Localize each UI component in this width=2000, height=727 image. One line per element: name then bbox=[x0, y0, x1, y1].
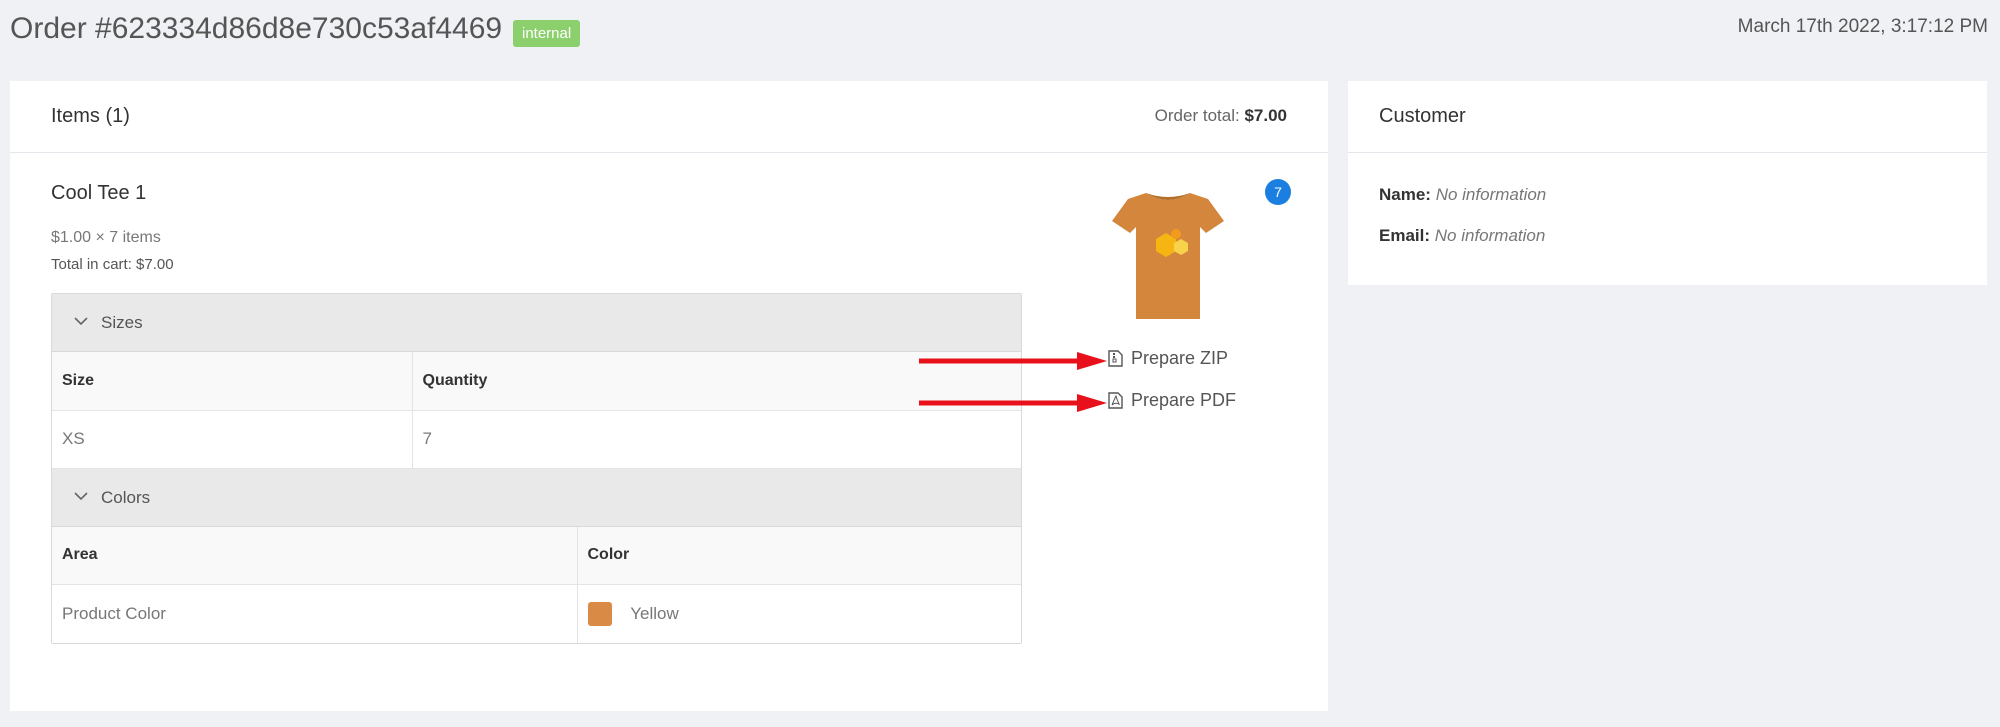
table-row: XS 7 bbox=[52, 410, 1021, 469]
internal-badge: internal bbox=[513, 20, 581, 47]
chevron-down-icon bbox=[74, 317, 88, 326]
chevron-down-icon bbox=[74, 491, 88, 500]
order-date: March 17th 2022, 3:17:12 PM bbox=[1737, 16, 1988, 37]
items-card-header: Items (1) Order total: $7.00 bbox=[10, 81, 1328, 153]
table-header-row: Size Quantity bbox=[52, 352, 1021, 411]
pdf-file-icon bbox=[1108, 392, 1123, 409]
price-line: $1.00 × 7 items bbox=[51, 229, 161, 246]
sizes-table: Size Quantity XS 7 bbox=[52, 352, 1021, 469]
product-name: Cool Tee 1 bbox=[51, 182, 147, 204]
area-cell: Product Color bbox=[52, 584, 578, 643]
t-shirt-image bbox=[1112, 193, 1224, 319]
table-row: Product Color Yellow bbox=[52, 584, 1021, 643]
size-cell: XS bbox=[52, 410, 413, 469]
customer-card-header: Customer bbox=[1348, 81, 1987, 153]
color-column-header: Color bbox=[577, 526, 1021, 585]
customer-email-label: Email: bbox=[1379, 226, 1431, 245]
colors-table: Area Color Product Color Yellow bbox=[52, 526, 1021, 643]
prepare-pdf-button[interactable]: Prepare PDF bbox=[1108, 390, 1236, 411]
color-name: Yellow bbox=[630, 603, 679, 623]
prepare-zip-button[interactable]: Prepare ZIP bbox=[1108, 348, 1228, 369]
variants-accordion: Sizes Size Quantity XS 7 Colors Area Col… bbox=[51, 293, 1022, 644]
customer-card: Customer Name: No information Email: No … bbox=[1348, 81, 1987, 285]
page-header: Order #623334d86d8e730c53af4469 internal… bbox=[10, 6, 1988, 54]
customer-title: Customer bbox=[1379, 105, 1466, 127]
color-cell: Yellow bbox=[577, 584, 1021, 643]
table-header-row: Area Color bbox=[52, 526, 1021, 585]
customer-name-row: Name: No information bbox=[1379, 185, 1546, 205]
order-total-value: $7.00 bbox=[1244, 106, 1287, 125]
quantity-badge: 7 bbox=[1265, 179, 1291, 205]
prepare-zip-label: Prepare ZIP bbox=[1131, 348, 1229, 368]
red-arrow-annotation bbox=[919, 394, 1107, 412]
customer-email-value: No information bbox=[1434, 226, 1546, 245]
sizes-label: Sizes bbox=[101, 313, 143, 332]
order-total-label: Order total: bbox=[1154, 106, 1240, 125]
customer-name-value: No information bbox=[1435, 185, 1547, 204]
color-swatch bbox=[587, 601, 612, 626]
colors-accordion-header[interactable]: Colors bbox=[52, 468, 1021, 527]
red-arrow-annotation bbox=[919, 352, 1107, 370]
prepare-pdf-label: Prepare PDF bbox=[1131, 390, 1237, 410]
zip-file-icon bbox=[1108, 350, 1123, 367]
customer-email-row: Email: No information bbox=[1379, 226, 1545, 246]
order-title: Order #623334d86d8e730c53af4469 bbox=[10, 12, 503, 45]
area-column-header: Area bbox=[52, 526, 578, 585]
order-total: Order total: $7.00 bbox=[1155, 106, 1287, 126]
sizes-accordion-header[interactable]: Sizes bbox=[52, 294, 1021, 352]
cart-total: Total in cart: $7.00 bbox=[51, 256, 174, 273]
size-column-header: Size bbox=[52, 352, 413, 411]
items-title: Items (1) bbox=[51, 105, 130, 127]
quantity-cell: 7 bbox=[412, 410, 1021, 469]
customer-name-label: Name: bbox=[1379, 185, 1431, 204]
colors-label: Colors bbox=[101, 487, 151, 507]
items-card: Items (1) Order total: $7.00 Cool Tee 1 … bbox=[10, 81, 1328, 711]
